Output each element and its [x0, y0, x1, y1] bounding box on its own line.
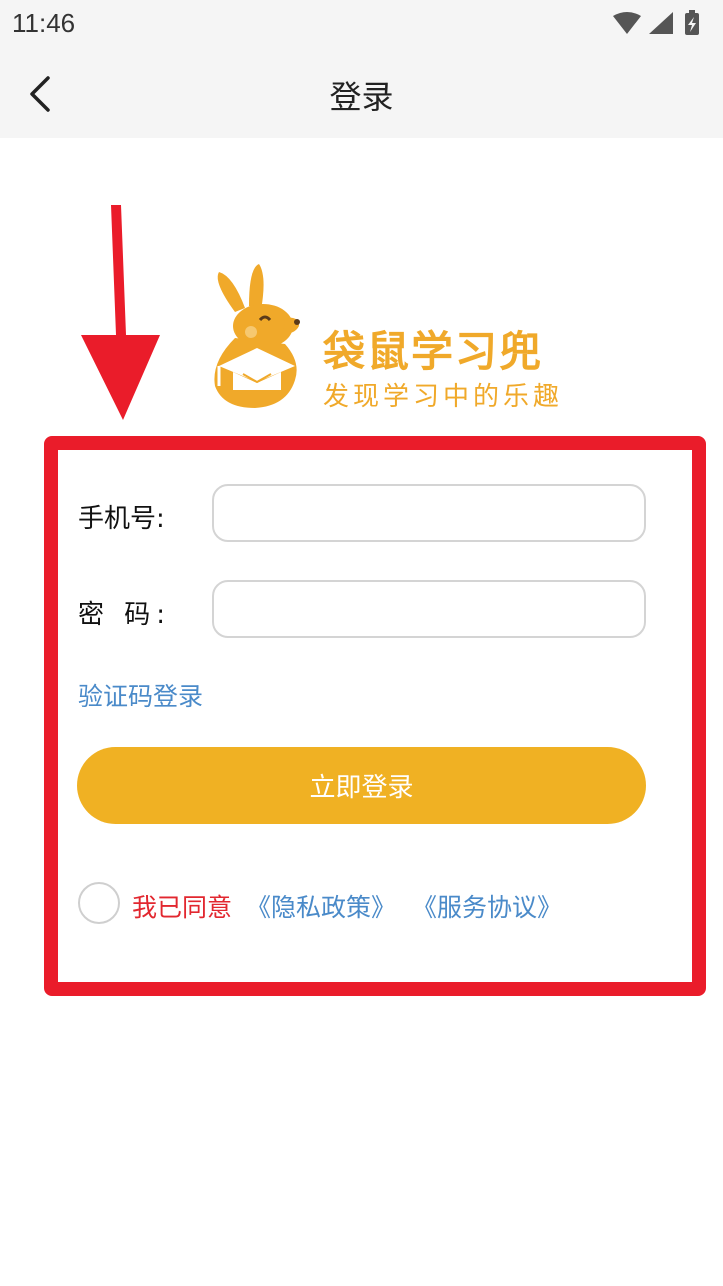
login-button[interactable]: 立即登录	[77, 747, 646, 824]
logo-name: 袋鼠学习兜	[323, 327, 544, 376]
status-bar: 11:46	[0, 0, 723, 50]
login-page: 11:46 登录 袋鼠学习兜 发现学习中的乐趣 手机号: 密 码: 验证码登录 …	[0, 0, 723, 1286]
phone-input[interactable]	[212, 484, 646, 542]
password-label: 密 码:	[78, 600, 172, 630]
agree-text: 我已同意	[132, 893, 233, 922]
phone-label: 手机号:	[78, 504, 165, 534]
battery-charging-icon	[685, 10, 699, 35]
status-icons	[613, 10, 699, 35]
agree-checkbox[interactable]	[78, 882, 120, 924]
code-login-link[interactable]: 验证码登录	[78, 677, 203, 713]
service-agreement-link[interactable]: 《服务协议》	[412, 888, 562, 924]
wifi-icon	[613, 12, 641, 34]
nav-bar: 登录	[0, 50, 723, 138]
logo-slogan: 发现学习中的乐趣	[323, 382, 564, 412]
status-time: 11:46	[12, 8, 76, 38]
red-arrow-annotation	[81, 205, 160, 420]
kangaroo-logo-icon	[214, 264, 300, 408]
privacy-policy-link[interactable]: 《隐私政策》	[246, 888, 396, 924]
password-input[interactable]	[212, 580, 646, 638]
signal-icon	[649, 12, 673, 34]
page-title: 登录	[329, 78, 394, 116]
app-logo: 袋鼠学习兜 发现学习中的乐趣	[205, 262, 565, 412]
